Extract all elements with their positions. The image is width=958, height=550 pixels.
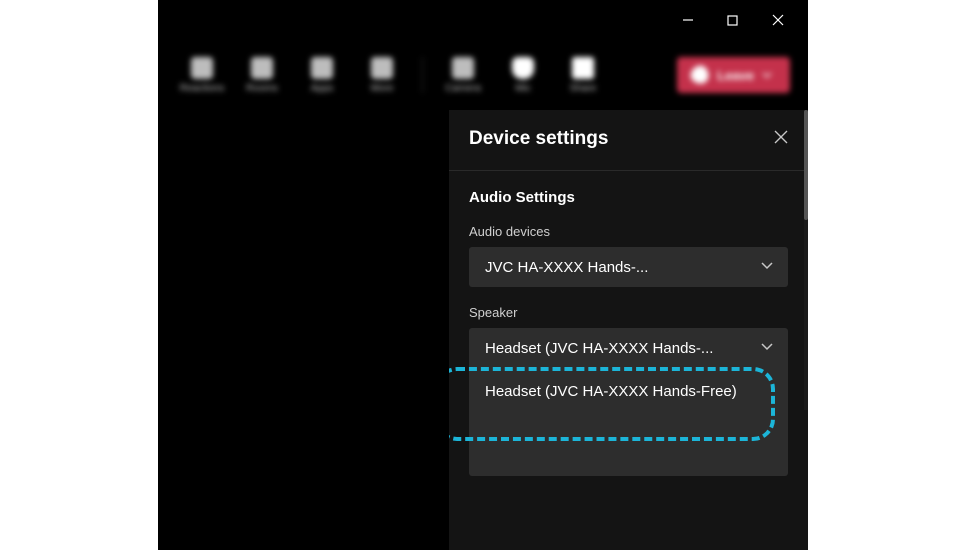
reactions-icon: [191, 57, 213, 79]
minimize-icon: [682, 14, 694, 26]
share-button[interactable]: Share: [557, 49, 609, 101]
mic-icon: [512, 57, 534, 79]
camera-label: Camera: [445, 83, 481, 94]
speaker-option-blank[interactable]: [469, 416, 788, 476]
audio-settings-heading: Audio Settings: [469, 189, 788, 206]
audio-devices-value: JVC HA-XXXX Hands-...: [485, 259, 648, 276]
window-titlebar: [158, 0, 808, 40]
chevron-down-icon: [760, 339, 774, 357]
apps-icon: [311, 57, 333, 79]
rooms-button[interactable]: Rooms: [236, 49, 288, 101]
speaker-label: Speaker: [469, 305, 788, 320]
speaker-dropdown-list: Headset (JVC HA-XXXX Hands-Free): [469, 368, 788, 476]
reactions-label: Reactions: [180, 83, 224, 94]
more-icon: [371, 57, 393, 79]
panel-header: Device settings: [449, 110, 808, 171]
device-settings-panel: Device settings Audio Settings Audio dev…: [448, 110, 808, 550]
speaker-option-1[interactable]: Headset (JVC HA-XXXX Hands-Free): [469, 368, 788, 416]
speaker-value: Headset (JVC HA-XXXX Hands-...: [485, 340, 713, 357]
app-window: Reactions Rooms Apps More Camera Mic Sha…: [158, 0, 808, 550]
maximize-button[interactable]: [710, 5, 755, 35]
apps-label: Apps: [311, 83, 334, 94]
meeting-toolbar: Reactions Rooms Apps More Camera Mic Sha…: [158, 40, 808, 110]
leave-label: Leave: [717, 68, 754, 83]
close-icon: [774, 130, 788, 144]
maximize-icon: [727, 15, 738, 26]
rooms-icon: [251, 57, 273, 79]
mic-label: Mic: [515, 83, 531, 94]
panel-title: Device settings: [469, 128, 608, 150]
scrollbar-thumb[interactable]: [804, 110, 808, 220]
share-icon: [572, 57, 594, 79]
leave-button[interactable]: Leave: [677, 57, 790, 93]
camera-button[interactable]: Camera: [437, 49, 489, 101]
more-label: More: [371, 83, 394, 94]
window-close-button[interactable]: [755, 5, 800, 35]
chevron-down-icon: [760, 258, 774, 276]
share-label: Share: [570, 83, 597, 94]
camera-icon: [452, 57, 474, 79]
rooms-label: Rooms: [246, 83, 278, 94]
close-icon: [772, 14, 784, 26]
mic-button[interactable]: Mic: [497, 49, 549, 101]
audio-devices-dropdown[interactable]: JVC HA-XXXX Hands-...: [469, 247, 788, 287]
more-button[interactable]: More: [356, 49, 408, 101]
chevron-down-icon: [762, 70, 772, 80]
toolbar-divider: [422, 57, 423, 93]
panel-body: Audio Settings Audio devices JVC HA-XXXX…: [449, 171, 808, 547]
reactions-button[interactable]: Reactions: [176, 49, 228, 101]
speaker-dropdown[interactable]: Headset (JVC HA-XXXX Hands-...: [469, 328, 788, 368]
hangup-icon: [687, 62, 712, 87]
panel-close-button[interactable]: [774, 130, 788, 149]
audio-devices-label: Audio devices: [469, 224, 788, 239]
apps-button[interactable]: Apps: [296, 49, 348, 101]
minimize-button[interactable]: [665, 5, 710, 35]
